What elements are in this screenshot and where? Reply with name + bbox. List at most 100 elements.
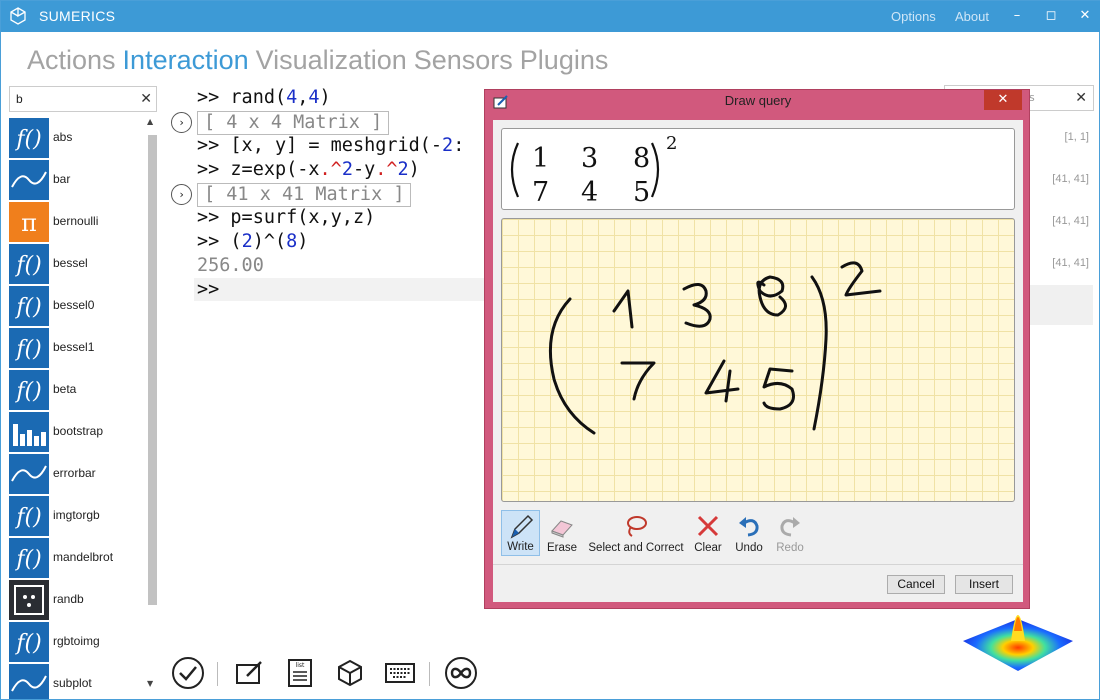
line-plot-icon — [9, 454, 49, 494]
expand-output-button[interactable]: › — [171, 184, 192, 205]
function-search-input[interactable]: b ✕ — [9, 86, 157, 112]
tab-interaction[interactable]: Interaction — [123, 45, 249, 75]
console-line: >> z=exp(-x.^2-y.^2) — [197, 159, 420, 180]
function-list-item[interactable]: f() bessel0 — [9, 285, 149, 327]
clear-tool-button[interactable]: Clear — [691, 510, 725, 556]
infinity-icon[interactable] — [444, 656, 478, 690]
dice-icon — [9, 580, 49, 620]
undo-tool-button[interactable]: Undo — [731, 510, 767, 556]
console-result: 256.00 — [197, 255, 264, 276]
tab-sensors[interactable]: Sensors — [414, 45, 513, 75]
svg-text:π: π — [21, 209, 37, 237]
redo-icon — [780, 517, 800, 537]
clear-search-icon[interactable]: ✕ — [140, 90, 152, 107]
dialog-close-button[interactable]: ✕ — [984, 90, 1022, 110]
matrix-output[interactable]: [ 41 x 41 Matrix ] — [197, 183, 412, 207]
function-list-item[interactable]: f() mandelbrot — [9, 537, 149, 579]
select-and-correct-tool-button[interactable]: Select and Correct — [585, 510, 687, 556]
lasso-icon — [627, 516, 647, 537]
scroll-up-icon[interactable]: ▲ — [147, 117, 153, 126]
console-line: >> rand(4,4) — [197, 87, 331, 108]
workspace-variable-size: [41, 41] — [1052, 173, 1089, 185]
expand-output-button[interactable]: › — [171, 112, 192, 133]
function-list-item[interactable]: f() rgbtoimg — [9, 621, 149, 663]
function-icon: f() — [9, 328, 49, 368]
workspace-selected-row[interactable] — [1019, 285, 1093, 325]
function-label: randb — [53, 592, 84, 606]
about-link[interactable]: About — [955, 9, 989, 24]
function-label: bootstrap — [53, 424, 104, 438]
pi-icon: π — [9, 202, 49, 242]
check-icon[interactable] — [171, 656, 205, 690]
line-plot-icon — [9, 160, 49, 200]
function-list-item[interactable]: subplot — [9, 663, 149, 699]
function-list-item[interactable]: π bernoulli — [9, 201, 149, 243]
console-input-line[interactable]: >> — [197, 279, 219, 300]
surface-plot-thumbnail[interactable] — [963, 601, 1073, 681]
keyboard-icon[interactable] — [383, 656, 417, 690]
function-list-item[interactable]: bar — [9, 159, 149, 201]
function-list-item[interactable]: f() bessel1 — [9, 327, 149, 369]
current-input-line-highlight — [194, 278, 484, 301]
write-tool-button[interactable]: Write — [501, 510, 540, 556]
redo-tool-button[interactable]: Redo — [773, 510, 807, 556]
clear-icon — [697, 515, 719, 537]
function-label: bessel1 — [53, 340, 95, 354]
function-list-scrollbar[interactable] — [148, 135, 157, 605]
function-icon: f() — [9, 244, 49, 284]
matrix-exponent: 2 — [666, 133, 677, 154]
function-label: beta — [53, 382, 77, 396]
toolbar-separator — [429, 662, 430, 686]
line-plot-icon — [9, 664, 49, 699]
list-icon[interactable]: list — [283, 656, 317, 690]
maximize-button[interactable]: ◻ — [1041, 6, 1061, 26]
function-label: abs — [53, 130, 73, 144]
matrix-cell: 4 — [581, 177, 598, 208]
formula-render: 1 3 8 7 4 5 2 — [510, 133, 677, 208]
minimize-button[interactable]: – — [1007, 6, 1027, 26]
function-list-item[interactable]: bootstrap — [9, 411, 149, 453]
dialog-footer: Cancel Insert — [493, 564, 1023, 602]
function-icon: f() — [9, 496, 49, 536]
tab-visualization[interactable]: Visualization — [256, 45, 407, 75]
matrix-output[interactable]: [ 4 x 4 Matrix ] — [197, 111, 390, 135]
function-label: rgbtoimg — [53, 634, 100, 648]
ink-tools: Write Erase Select and Correct Clear Und… — [501, 510, 1015, 558]
options-link[interactable]: Options — [891, 9, 936, 24]
scroll-down-icon[interactable]: ▼ — [147, 679, 153, 688]
function-list-item[interactable]: errorbar — [9, 453, 149, 495]
tab-plugins[interactable]: Plugins — [520, 45, 609, 75]
app-logo-icon — [10, 7, 26, 25]
svg-text:f(): f() — [14, 295, 41, 320]
svg-text:f(): f() — [14, 631, 41, 656]
function-list-item[interactable]: f() bessel — [9, 243, 149, 285]
clear-workspace-search-icon[interactable]: ✕ — [1075, 90, 1087, 106]
function-list-item[interactable]: f() imgtorgb — [9, 495, 149, 537]
main-tabs: Actions Interaction Visualization Sensors Pl… — [27, 45, 615, 76]
cube-icon[interactable] — [333, 656, 367, 690]
cancel-button[interactable]: Cancel — [887, 575, 945, 594]
function-icon: f() — [9, 538, 49, 578]
eraser-icon — [551, 520, 573, 538]
function-label: bessel — [53, 256, 88, 270]
erase-tool-button[interactable]: Erase — [543, 510, 581, 556]
tab-actions[interactable]: Actions — [27, 45, 116, 75]
function-list-item[interactable]: randb — [9, 579, 149, 621]
console-line: >> p=surf(x,y,z) — [197, 207, 376, 228]
workspace-variable-size: [1, 1] — [1064, 131, 1089, 143]
function-list-item[interactable]: f() abs — [9, 117, 149, 159]
close-button[interactable]: ✕ — [1075, 6, 1095, 26]
edit-icon[interactable] — [233, 656, 267, 690]
svg-text:f(): f() — [14, 379, 41, 404]
insert-button[interactable]: Insert — [955, 575, 1013, 594]
function-list-item[interactable]: f() beta — [9, 369, 149, 411]
ink-canvas[interactable] — [501, 218, 1015, 502]
svg-text:f(): f() — [14, 505, 41, 530]
console-line: >> (2)^(8) — [197, 231, 309, 252]
handwriting-strokes — [548, 261, 882, 435]
search-value: b — [16, 92, 23, 106]
svg-text:f(): f() — [14, 127, 41, 152]
svg-text:list: list — [296, 662, 305, 669]
function-list: f() abs bar π bernoulli f() bessel f() bessel0 f(… — [9, 117, 149, 699]
function-label: subplot — [53, 676, 92, 690]
